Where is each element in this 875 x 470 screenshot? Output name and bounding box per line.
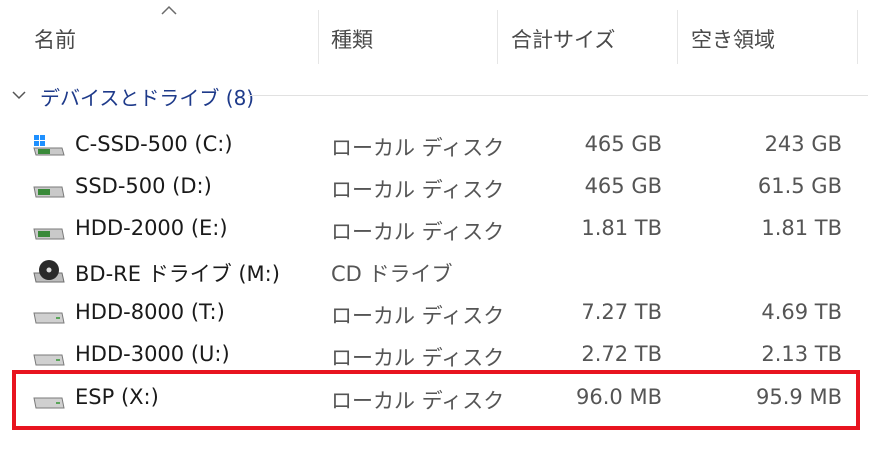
column-header-type[interactable]: 種類 [331,24,373,54]
drive-type: ローカル ディスク [331,304,505,328]
column-divider[interactable] [857,10,858,64]
drive-type: ローカル ディスク [331,178,505,202]
drive-name: C-SSD-500 (C:) [75,132,233,156]
drive-name: SSD-500 (D:) [75,174,212,198]
drive-name: HDD-2000 (E:) [75,216,228,240]
column-header-total-size[interactable]: 合計サイズ [511,24,615,54]
drive-row-c[interactable]: C-SSD-500 (C:) ローカル ディスク 465 GB 243 GB [0,125,875,167]
drive-total-size: 2.72 TB [581,342,662,366]
column-divider[interactable] [677,10,678,64]
hdd-icon [33,312,65,324]
drive-name: HDD-8000 (T:) [75,300,225,324]
drive-row-e[interactable]: HDD-2000 (E:) ローカル ディスク 1.81 TB 1.81 TB [0,209,875,251]
group-divider [248,95,868,96]
drive-free-space: 243 GB [764,132,842,156]
column-divider[interactable] [318,10,319,64]
drive-total-size: 7.27 TB [581,300,662,324]
drive-total-size: 1.81 TB [581,216,662,240]
bd-drive-icon [33,260,65,283]
drive-type: ローカル ディスク [331,346,505,370]
chevron-down-icon[interactable] [10,86,28,104]
drive-type: ローカル ディスク [331,136,505,160]
windows-drive-icon [33,135,65,156]
drive-row-d[interactable]: SSD-500 (D:) ローカル ディスク 465 GB 61.5 GB [0,167,875,209]
group-count: (8) [225,86,255,110]
column-header-free-space[interactable]: 空き領域 [691,24,775,54]
drive-free-space: 61.5 GB [757,174,842,198]
column-header-bar: 名前 種類 合計サイズ 空き領域 [0,0,875,78]
drive-free-space: 4.69 TB [761,300,842,324]
group-header-devices-drives[interactable]: デバイスとドライブ (8) [8,80,868,114]
column-header-name[interactable]: 名前 [34,24,76,54]
drive-free-space: 2.13 TB [761,342,842,366]
highlight-box [12,370,860,430]
drive-total-size: 465 GB [584,132,662,156]
drive-icon [33,228,65,240]
drive-name: HDD-3000 (U:) [75,342,230,366]
sort-ascending-icon [161,5,177,15]
drive-row-t[interactable]: HDD-8000 (T:) ローカル ディスク 7.27 TB 4.69 TB [0,293,875,335]
column-divider[interactable] [497,10,498,64]
drive-name: BD-RE ドライブ (M:) [75,262,280,286]
hdd-icon [33,354,65,366]
drive-free-space: 1.81 TB [761,216,842,240]
group-label: デバイスとドライブ [40,86,220,110]
drive-type: ローカル ディスク [331,220,505,244]
group-title: デバイスとドライブ (8) [40,82,254,111]
drive-type: CD ドライブ [331,262,453,286]
drive-row-m[interactable]: BD-RE ドライブ (M:) CD ドライブ [0,251,875,293]
drive-icon [33,186,65,198]
drive-total-size: 465 GB [584,174,662,198]
